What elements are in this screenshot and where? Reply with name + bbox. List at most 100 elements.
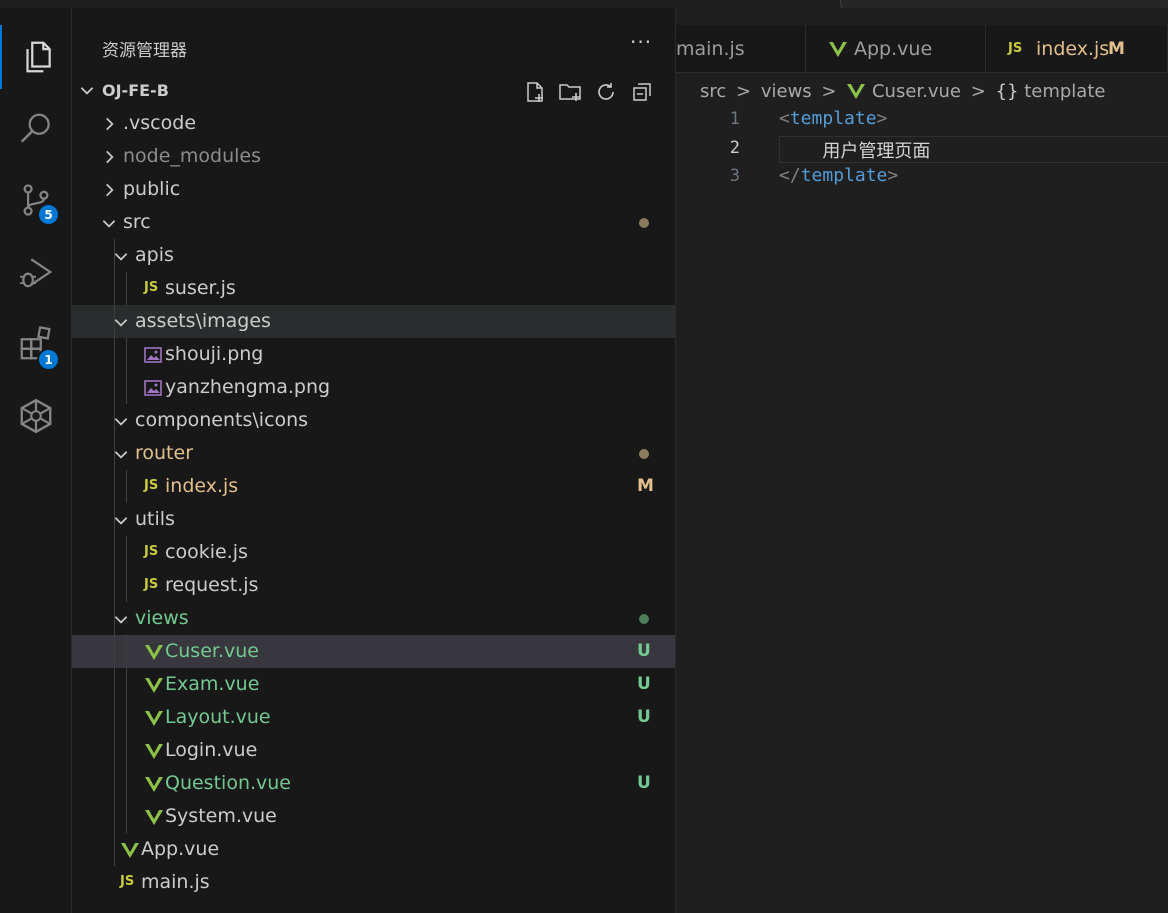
explorer-activity-button[interactable] [0,25,72,89]
git-status-decoration: M [637,476,654,496]
source-control-activity-button[interactable]: 5 [0,168,72,232]
tree-folder[interactable]: views [72,602,675,635]
tree-item-label: utils [135,508,175,530]
tree-file[interactable]: Question.vue U [72,767,675,800]
new-file-icon[interactable] [523,80,547,104]
vue-file-icon [145,810,163,825]
js-file-icon: JS [144,544,159,559]
tree-file[interactable]: Exam.vue U [72,668,675,701]
js-file-icon: JS [144,478,159,493]
vue-file-icon [145,777,163,792]
line-number: 2 [729,137,740,158]
editor-tab[interactable]: JS index.js M [986,25,1168,72]
image-file-icon [144,380,162,396]
project-name: OJ-FE-B [102,81,169,100]
editor[interactable]: src > views > Cuser.vue > {} template 1 <… [676,73,1168,913]
tree-folder[interactable]: utils [72,503,675,536]
git-status-decoration: U [637,773,651,793]
tree-file[interactable]: Login.vue [72,734,675,767]
git-status-decoration: U [637,641,651,661]
git-status-decoration: U [637,674,651,694]
tree-item-label: cookie.js [165,541,248,563]
more-actions-button[interactable]: ··· [630,30,652,54]
assistant-star-icon [20,398,52,434]
tree-file[interactable]: Cuser.vue U [72,635,675,668]
js-file-icon: JS [120,874,135,889]
tree-item-label: Layout.vue [165,706,271,728]
code-text: <template> [779,108,888,129]
js-file-icon: JS [144,280,159,295]
breadcrumb-symbol[interactable]: {} template [996,80,1106,102]
tree-file[interactable]: Layout.vue U [72,701,675,734]
tree-file[interactable]: JS main.js [72,866,675,899]
tree-file[interactable]: JS index.js M [72,470,675,503]
tree-folder[interactable]: src [72,206,675,239]
code-text: </template> [779,165,899,186]
modified-dot-decoration [639,614,649,624]
breadcrumb-separator: > [736,80,752,102]
tree-file[interactable]: yanzhengma.png [72,371,675,404]
explorer-title: 资源管理器 [102,41,187,61]
tree-folder[interactable]: .vscode [72,107,675,140]
indent-guide [114,239,115,866]
indent-guide [126,635,127,833]
chevron-down-icon [80,87,94,95]
ai-assistant-activity-button[interactable] [0,384,72,448]
tree-item-label: Login.vue [165,739,258,761]
code-line[interactable]: 2 用户管理页面 [676,136,1168,164]
js-file-icon: JS [144,577,159,592]
tree-file[interactable]: shouji.png [72,338,675,371]
run-debug-activity-button[interactable] [0,240,72,304]
search-activity-button[interactable] [0,97,72,161]
tree-item-label: views [135,607,189,629]
tab-label: index.js [1036,38,1110,60]
code-line[interactable]: 1 <template> [676,107,1168,135]
code-text: 用户管理页面 [779,140,931,162]
tree-folder[interactable]: public [72,173,675,206]
tree-file[interactable]: JS suser.js [72,272,675,305]
chevron-down-icon [102,220,116,228]
tree-item-label: index.js [165,475,239,497]
tree-file[interactable]: JS request.js [72,569,675,602]
tree-item-label: main.js [141,871,210,893]
breadcrumb: src > views > Cuser.vue > {} template [700,80,1105,104]
tab-label: App.vue [854,38,933,60]
editor-tab[interactable]: App.vue [806,25,986,72]
tree-folder[interactable]: components\icons [72,404,675,437]
tree-folder[interactable]: apis [72,239,675,272]
tree-item-label: apis [135,244,174,266]
tree-folder[interactable]: assets\images [72,305,675,338]
collapse-all-icon[interactable] [630,80,654,104]
tree-file[interactable]: App.vue [72,833,675,866]
line-number: 1 [729,109,740,129]
indent-guide [126,536,127,602]
new-folder-icon[interactable] [558,80,582,104]
indent-guide [126,338,127,404]
tree-folder[interactable]: node_modules [72,140,675,173]
breadcrumb-symbol-label: template [1024,80,1106,102]
tree-item-label: Question.vue [165,772,291,794]
breadcrumb-file[interactable]: Cuser.vue [846,80,961,102]
extensions-activity-button[interactable]: 1 [0,312,72,376]
tree-item-label: node_modules [123,145,262,167]
breadcrumb-separator: > [821,80,837,102]
code-line[interactable]: 3 </template> [676,164,1168,192]
refresh-icon[interactable] [594,80,618,104]
modified-dot-decoration [639,218,649,228]
project-header[interactable]: OJ-FE-B [72,74,675,107]
tab-modified-decoration: M [1108,39,1125,59]
command-center[interactable] [840,0,1168,8]
tree-folder[interactable]: router [72,437,675,470]
tree-file[interactable]: System.vue [72,800,675,833]
breadcrumb-src[interactable]: src [700,81,726,102]
breadcrumb-views[interactable]: views [761,81,812,102]
tree-item-label: shouji.png [165,343,264,365]
js-file-icon: JS [1008,41,1023,56]
vue-file-icon [145,711,163,726]
vue-file-icon [145,645,163,660]
tree-file[interactable]: JS cookie.js [72,536,675,569]
tree-item-label: assets\images [135,310,271,332]
extensions-badge: 1 [37,348,60,371]
breadcrumb-separator: > [970,80,986,102]
editor-tab[interactable]: main.js [676,25,806,72]
